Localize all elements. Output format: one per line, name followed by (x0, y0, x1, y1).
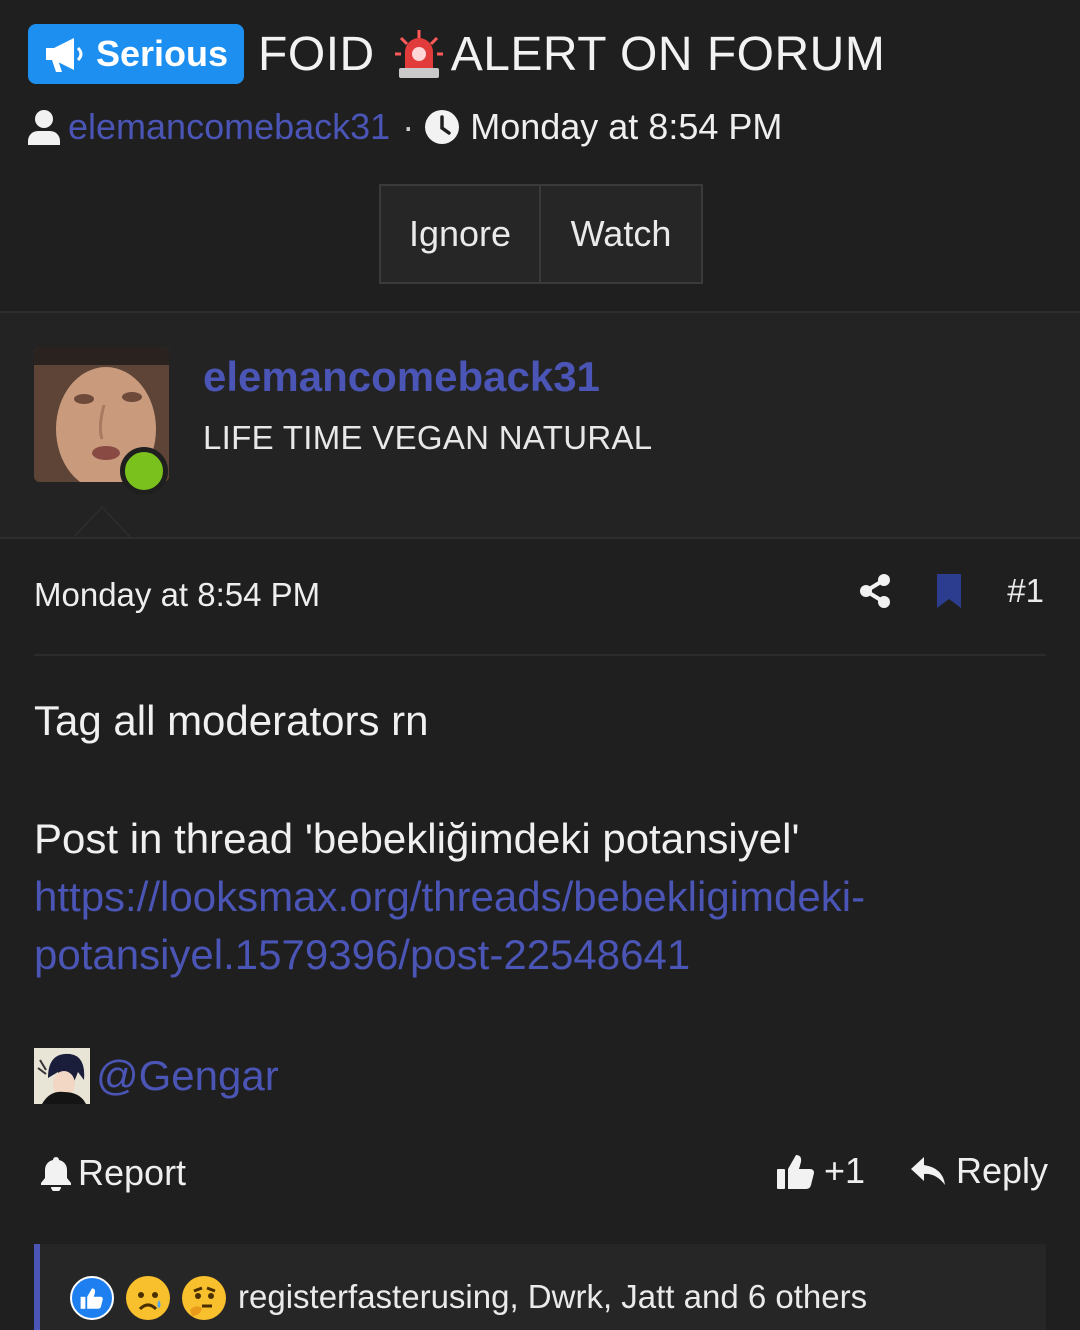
thread-button-group: Ignore Watch (379, 184, 703, 284)
mention-username[interactable]: @Gengar (96, 1052, 279, 1100)
post-author-block: elemancomeback31 LIFE TIME VEGAN NATURAL (0, 313, 1080, 538)
meta-separator: · (402, 106, 415, 147)
post-divider (34, 654, 1046, 656)
user-icon (28, 110, 60, 145)
post-number[interactable]: #1 (1007, 572, 1044, 610)
report-button[interactable]: Report (40, 1152, 186, 1194)
thread-title-part1: FOID (258, 27, 375, 81)
bell-icon (41, 1157, 71, 1191)
like-label: +1 (824, 1150, 866, 1191)
ignore-button[interactable]: Ignore (381, 186, 541, 282)
post-top-actions: #1 (859, 572, 1044, 610)
thinking-reaction-icon (182, 1276, 226, 1320)
reply-label: Reply (956, 1150, 1049, 1191)
thread-title: FOID ALERT ON FORUM (258, 27, 885, 82)
thread-author-link[interactable]: elemancomeback31 (68, 106, 390, 148)
reaction-icons (70, 1276, 226, 1320)
report-label: Report (78, 1152, 187, 1193)
watch-button[interactable]: Watch (541, 186, 701, 282)
thread-header: Serious FOID ALERT ON FORUM elemancomeba… (0, 0, 1080, 312)
mention[interactable]: @Gengar (34, 1048, 279, 1104)
like-reaction-icon (70, 1276, 114, 1320)
post-text-line1: Tag all moderators rn (34, 697, 429, 744)
thumbs-up-icon (777, 1155, 814, 1189)
post-body: Tag all moderators rn Post in thread 'be… (34, 692, 1044, 984)
thread-meta: elemancomeback31 · Monday at 8:54 PM (28, 106, 782, 148)
author-divider (0, 537, 1080, 539)
reactions-summary[interactable]: registerfasterusing, Dwrk, Jatt and 6 ot… (238, 1278, 867, 1316)
post-author-title: LIFE TIME VEGAN NATURAL (203, 419, 653, 456)
author-pointer-inner (74, 508, 130, 538)
post-text-line2: Post in thread 'bebekliğimdeki potansiye… (34, 815, 800, 862)
prefix-label: Serious (96, 33, 229, 74)
reply-icon (911, 1157, 945, 1185)
mention-avatar (34, 1048, 90, 1104)
thread-title-part2: ALERT ON FORUM (450, 27, 886, 81)
megaphone-icon (46, 38, 83, 72)
thread-date[interactable]: Monday at 8:54 PM (470, 106, 782, 148)
siren-emoji-icon (394, 30, 443, 78)
clock-icon (425, 110, 460, 144)
reply-button[interactable]: Reply (910, 1150, 1048, 1192)
post-link[interactable]: https://looksmax.org/threads/bebekligimd… (34, 868, 1044, 984)
prefix-badge[interactable]: Serious (28, 24, 245, 84)
like-button[interactable]: +1 (776, 1150, 865, 1192)
post-author-name[interactable]: elemancomeback31 (203, 353, 600, 401)
post-link-line1[interactable]: https://looksmax.org/threads/bebekligimd… (34, 873, 865, 920)
post-date[interactable]: Monday at 8:54 PM (34, 576, 320, 614)
reactions-bar[interactable]: registerfasterusing, Dwrk, Jatt and 6 ot… (34, 1244, 1046, 1330)
thread-title-row: Serious FOID ALERT ON FORUM (28, 24, 885, 84)
online-status-icon (120, 447, 168, 495)
post-link-line2[interactable]: potansiyel.1579396/post-22548641 (34, 931, 690, 978)
share-icon[interactable] (859, 574, 891, 608)
sad-reaction-icon (126, 1276, 170, 1320)
bookmark-icon[interactable] (935, 574, 963, 608)
